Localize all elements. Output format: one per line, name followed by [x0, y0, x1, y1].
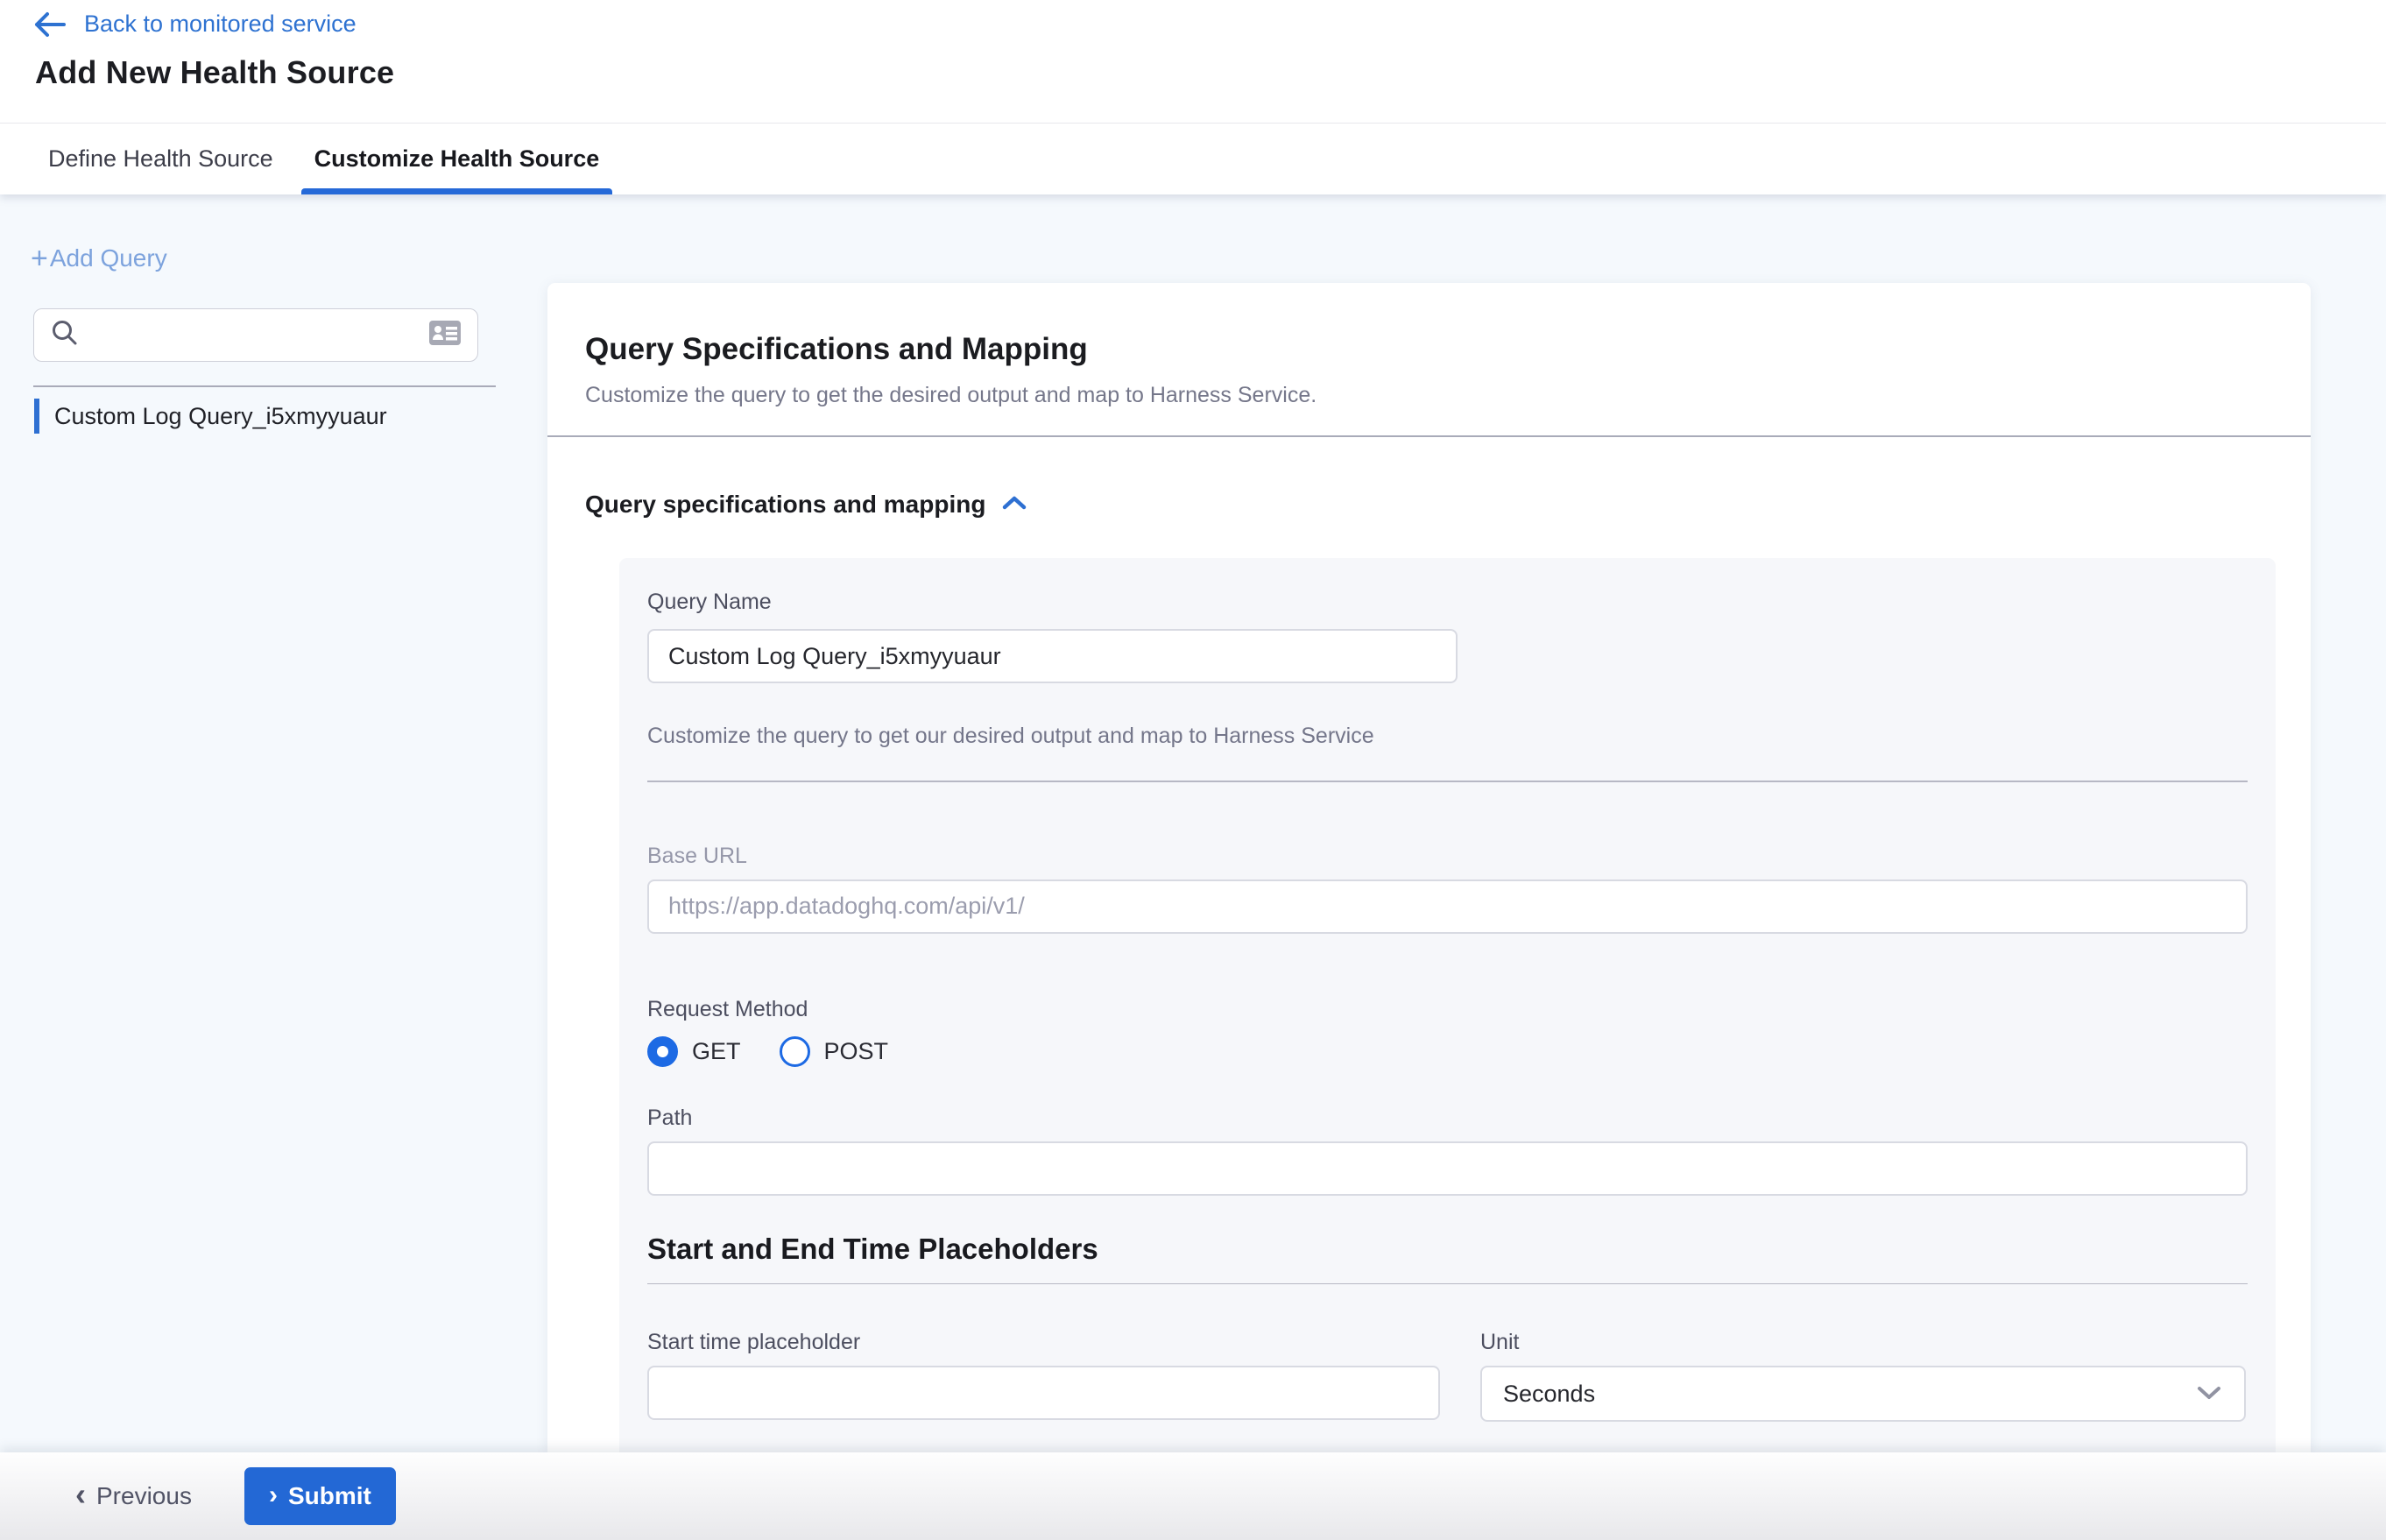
placeholders-heading: Start and End Time Placeholders [647, 1233, 2248, 1266]
header: Back to monitored service Add New Health… [0, 0, 2386, 194]
unit-select[interactable]: Seconds [1480, 1366, 2246, 1422]
query-search-input[interactable] [33, 308, 478, 362]
unit-select-value: Seconds [1503, 1381, 1595, 1408]
active-tab-underline [301, 188, 613, 194]
back-link[interactable]: Back to monitored service [33, 11, 356, 38]
back-arrow-icon [33, 11, 67, 38]
path-label: Path [647, 1106, 2248, 1131]
query-name-label: Query Name [647, 590, 2248, 615]
chevron-down-icon [2195, 1381, 2223, 1408]
section-title: Query specifications and mapping [585, 491, 985, 519]
query-spec-panel: Query Specifications and Mapping Customi… [547, 283, 2311, 1452]
submit-button[interactable]: › Submit [244, 1467, 396, 1525]
contact-card-icon[interactable] [428, 320, 462, 350]
start-time-placeholder-label: Start time placeholder [647, 1330, 1440, 1355]
section-header-row: Query specifications and mapping [585, 491, 2311, 519]
page: Back to monitored service Add New Health… [0, 0, 2386, 1540]
panel-title: Query Specifications and Mapping [585, 332, 2273, 367]
card-divider [647, 1283, 2248, 1285]
chevron-right-icon: › [269, 1482, 278, 1508]
query-sidebar: + Add Query [0, 194, 547, 1452]
radio-post[interactable]: POST [780, 1036, 889, 1067]
previous-button[interactable]: ‹ Previous [75, 1482, 192, 1510]
plus-icon: + [31, 244, 48, 273]
add-query-label: Add Query [50, 244, 167, 272]
tab-define-health-source[interactable]: Define Health Source [48, 124, 273, 194]
sidebar-divider [33, 385, 496, 387]
tab-customize-health-source[interactable]: Customize Health Source [301, 124, 613, 194]
radio-get-circle [647, 1036, 678, 1067]
query-form-card: Query Name Customize the query to get ou… [619, 558, 2276, 1452]
base-url-input[interactable] [647, 879, 2248, 934]
collapse-section-button[interactable] [1001, 493, 1027, 517]
selected-indicator-bar [34, 399, 39, 434]
back-link-label: Back to monitored service [84, 11, 356, 38]
request-method-label: Request Method [647, 997, 2248, 1022]
chevron-up-icon [1001, 493, 1027, 517]
radio-get[interactable]: GET [647, 1036, 741, 1067]
path-input[interactable] [647, 1141, 2248, 1196]
query-name-input[interactable] [647, 629, 1458, 683]
query-item-label: Custom Log Query_i5xmyyuaur [54, 403, 387, 430]
add-query-button[interactable]: + Add Query [31, 244, 547, 273]
footer-bar: ‹ Previous › Submit [0, 1452, 2386, 1540]
start-time-placeholder-input[interactable] [647, 1366, 1440, 1420]
base-url-label: Base URL [647, 844, 2248, 869]
search-icon [50, 318, 80, 352]
panel-divider [547, 435, 2311, 437]
chevron-left-icon: ‹ [75, 1479, 86, 1510]
page-title: Add New Health Source [35, 54, 394, 91]
panel-subtitle: Customize the query to get the desired o… [585, 383, 2273, 408]
tab-bar: Define Health Source Customize Health So… [48, 124, 612, 194]
query-help-text: Customize the query to get our desired o… [647, 724, 2248, 749]
radio-post-circle [780, 1036, 810, 1067]
request-method-radio-group: GET POST [647, 1036, 2248, 1067]
list-item-query[interactable]: Custom Log Query_i5xmyyuaur [34, 399, 547, 434]
content-area: + Add Query [0, 194, 2386, 1452]
card-divider [647, 781, 2248, 782]
unit-label: Unit [1480, 1330, 2246, 1355]
